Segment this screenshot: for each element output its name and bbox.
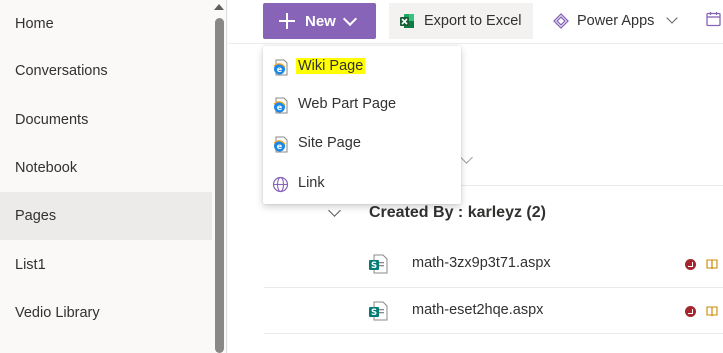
export-to-excel-button[interactable]: Export to Excel [389, 3, 533, 39]
nav-item-label: Documents [15, 112, 89, 128]
left-navigation: Home Conversations Documents Notebook Pa… [0, 0, 228, 353]
menu-item-label: Web Part Page [298, 96, 397, 112]
scroll-up-arrow-icon[interactable] [214, 4, 224, 10]
sharepoint-page-icon: S [369, 301, 388, 321]
column-chevron-icon[interactable] [460, 151, 473, 164]
power-apps-label: Power Apps [577, 13, 655, 29]
nav-item-label: Conversations [15, 63, 108, 79]
power-apps-icon [553, 13, 569, 29]
nav-item-label: Pages [15, 208, 57, 224]
nav-item-pages[interactable]: Pages [0, 192, 212, 240]
svg-text:S: S [371, 308, 377, 318]
group-collapse-chevron-icon[interactable] [328, 204, 341, 217]
nav-item-label: List1 [15, 257, 46, 273]
menu-item-web-part-page[interactable]: e Web Part Page [263, 86, 461, 124]
menu-item-link[interactable]: Link [263, 165, 461, 203]
svg-text:S: S [371, 261, 377, 271]
status-error-icon [685, 306, 696, 317]
ie-page-icon: e [273, 136, 288, 153]
menu-item-wiki-page[interactable]: e Wiki Page [263, 48, 461, 86]
list-row[interactable]: S math-eset2hqe.aspx [264, 287, 723, 334]
book-icon [706, 259, 718, 270]
status-error-icon [685, 259, 696, 270]
divider [226, 0, 227, 353]
highlighted-text: Wiki Page [296, 58, 366, 74]
group-header: Created By : karleyz (2) [369, 204, 546, 221]
globe-icon [272, 176, 289, 193]
power-apps-button[interactable]: Power Apps [545, 3, 685, 39]
new-button-label: New [305, 13, 336, 30]
menu-item-label: Wiki Page [296, 58, 366, 74]
scrollbar-thumb[interactable] [215, 18, 224, 353]
nav-item-notebook[interactable]: Notebook [0, 144, 212, 192]
nav-item-home[interactable]: Home [0, 0, 212, 48]
menu-item-site-page[interactable]: e Site Page [263, 125, 461, 163]
nav-item-label: Vedio Library [15, 305, 100, 321]
svg-text:e: e [277, 103, 283, 112]
svg-text:e: e [277, 142, 283, 151]
svg-text:e: e [277, 65, 283, 74]
chevron-down-icon [666, 12, 678, 24]
ie-page-icon: e [273, 59, 288, 76]
nav-item-list1[interactable]: List1 [0, 241, 212, 289]
new-button[interactable]: New [263, 3, 376, 39]
file-name-link[interactable]: math-eset2hqe.aspx [412, 302, 543, 318]
file-name-link[interactable]: math-3zx9p3t71.aspx [412, 255, 551, 271]
menu-item-label: Site Page [298, 135, 361, 151]
plus-icon [278, 12, 296, 30]
menu-item-label: Link [298, 175, 325, 191]
nav-item-label: Notebook [15, 160, 78, 176]
list-row[interactable]: S math-3zx9p3t71.aspx [264, 240, 723, 287]
nav-item-label: Home [15, 16, 54, 32]
nav-item-vedio-library[interactable]: Vedio Library [0, 289, 212, 337]
export-to-excel-label: Export to Excel [424, 13, 522, 29]
nav-item-conversations[interactable]: Conversations [0, 47, 212, 95]
excel-icon [400, 14, 414, 28]
new-dropdown-menu: e Wiki Page e Web Part Page e Site Page … [263, 46, 461, 204]
ie-page-icon: e [273, 97, 288, 114]
book-icon [706, 306, 718, 317]
nav-item-documents[interactable]: Documents [0, 96, 212, 144]
chevron-down-icon [342, 11, 358, 27]
sharepoint-page-icon: S [369, 254, 388, 274]
calendar-icon[interactable] [706, 11, 722, 27]
divider [264, 333, 723, 334]
